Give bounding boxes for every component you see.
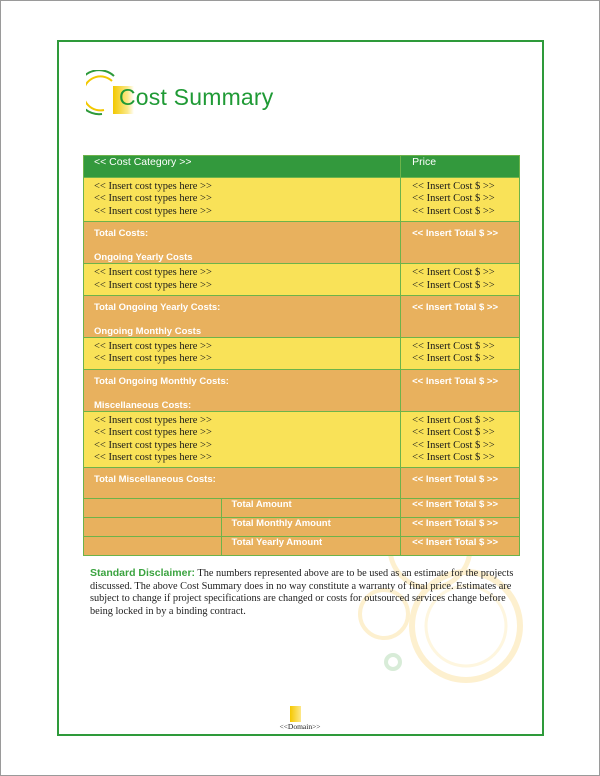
total-value[interactable]: << Insert Total $ >> bbox=[412, 376, 519, 387]
total-row: Total Ongoing Monthly Costs: Miscellaneou… bbox=[82, 368, 520, 412]
cost-type-item[interactable]: << Insert cost types here >> bbox=[94, 415, 400, 427]
total-label: Total Miscellaneous Costs: bbox=[94, 474, 216, 486]
footer-accent-box bbox=[290, 706, 301, 722]
total-value[interactable]: << Insert Total $ >> bbox=[412, 302, 519, 313]
cost-type-item[interactable]: << Insert cost types here >> bbox=[94, 181, 400, 193]
summary-value[interactable]: << Insert Total $ >> bbox=[400, 517, 520, 538]
total-label-cell: Total Ongoing Monthly Costs: Miscellaneou… bbox=[82, 368, 402, 412]
total-label: Total Costs: bbox=[94, 228, 149, 240]
summary-label: Total Yearly Amount bbox=[220, 536, 402, 557]
summary-value[interactable]: << Insert Total $ >> bbox=[400, 498, 520, 519]
total-label: Total Ongoing Monthly Costs: bbox=[94, 375, 229, 387]
total-label: Total Ongoing Yearly Costs: bbox=[94, 301, 221, 313]
cost-values-cell: << Insert Cost $ >> << Insert Cost $ >> <<… bbox=[400, 410, 520, 469]
section-heading: Ongoing Yearly Costs bbox=[94, 252, 193, 264]
cost-type-item[interactable]: << Insert cost types here >> bbox=[94, 267, 400, 279]
cost-value-item[interactable]: << Insert Cost $ >> bbox=[412, 280, 519, 292]
cost-type-item[interactable]: << Insert cost types here >> bbox=[94, 440, 400, 452]
cost-types-cell: << Insert cost types here >> << Insert co… bbox=[82, 263, 402, 296]
cost-value-item[interactable]: << Insert Cost $ >> bbox=[412, 341, 519, 353]
cost-value-item[interactable]: << Insert Cost $ >> bbox=[412, 452, 519, 464]
total-value-cell: << Insert Total $ >> bbox=[400, 368, 520, 412]
section-heading: Ongoing Monthly Costs bbox=[94, 325, 202, 337]
cost-value-item[interactable]: << Insert Cost $ >> bbox=[412, 353, 519, 365]
table-header-row: << Cost Category >> Price bbox=[82, 155, 520, 178]
cost-values-cell: << Insert Cost $ >> << Insert Cost $ >> bbox=[400, 263, 520, 296]
page-title: Cost Summary bbox=[119, 84, 274, 110]
summary-row: Total Yearly Amount << Insert Total $ >> bbox=[83, 536, 520, 557]
summary-row: Total Monthly Amount << Insert Total $ >> bbox=[83, 517, 520, 538]
cost-value-item[interactable]: << Insert Cost $ >> bbox=[412, 415, 519, 427]
cost-type-item[interactable]: << Insert cost types here >> bbox=[94, 193, 400, 205]
cost-type-item[interactable]: << Insert cost types here >> bbox=[94, 427, 400, 439]
total-value-cell: << Insert Total $ >> bbox=[400, 467, 520, 500]
cost-value-item[interactable]: << Insert Cost $ >> bbox=[412, 193, 519, 205]
cost-type-item[interactable]: << Insert cost types here >> bbox=[94, 341, 400, 353]
total-value-cell: << Insert Total $ >> bbox=[400, 221, 520, 265]
cost-type-item[interactable]: << Insert cost types here >> bbox=[94, 280, 400, 292]
cost-types-cell: << Insert cost types here >> << Insert co… bbox=[82, 336, 402, 370]
cost-types-cell: << Insert cost types here >> << Insert co… bbox=[82, 410, 402, 469]
total-row: Total Ongoing Yearly Costs: Ongoing Month… bbox=[82, 294, 520, 338]
cost-values-cell: << Insert Cost $ >> << Insert Cost $ >> <<… bbox=[400, 176, 520, 223]
items-row: << Insert cost types here >> << Insert co… bbox=[82, 263, 520, 296]
footer-domain: <<Domain>> bbox=[279, 722, 321, 731]
summary-row: Total Amount << Insert Total $ >> bbox=[83, 498, 520, 519]
total-label-cell: Total Miscellaneous Costs: bbox=[82, 467, 402, 500]
total-value[interactable]: << Insert Total $ >> bbox=[412, 228, 519, 239]
summary-value[interactable]: << Insert Total $ >> bbox=[400, 536, 520, 557]
total-label-cell: Total Costs: Ongoing Yearly Costs bbox=[82, 221, 402, 265]
cost-value-item[interactable]: << Insert Cost $ >> bbox=[412, 267, 519, 279]
cost-value-item[interactable]: << Insert Cost $ >> bbox=[412, 181, 519, 193]
cost-value-item[interactable]: << Insert Cost $ >> bbox=[412, 440, 519, 452]
total-row: Total Costs: Ongoing Yearly Costs << Inser… bbox=[82, 221, 520, 265]
summary-empty-cell bbox=[83, 536, 222, 557]
cost-summary-table: << Cost Category >> Price << Insert cost… bbox=[82, 155, 520, 557]
header-price: Price bbox=[400, 155, 520, 178]
summary-label: Total Amount bbox=[220, 498, 402, 519]
disclaimer-lead: Standard Disclaimer: bbox=[90, 567, 196, 579]
items-row: << Insert cost types here >> << Insert co… bbox=[82, 336, 520, 370]
cost-value-item[interactable]: << Insert Cost $ >> bbox=[412, 206, 519, 218]
cost-values-cell: << Insert Cost $ >> << Insert Cost $ >> bbox=[400, 336, 520, 370]
cost-types-cell: << Insert cost types here >> << Insert co… bbox=[82, 176, 402, 223]
summary-empty-cell bbox=[83, 517, 222, 538]
summary-label: Total Monthly Amount bbox=[220, 517, 402, 538]
items-row: << Insert cost types here >> << Insert co… bbox=[82, 410, 520, 469]
total-row: Total Miscellaneous Costs: << Insert Tota… bbox=[82, 467, 520, 500]
header-cost-category: << Cost Category >> bbox=[82, 155, 402, 178]
standard-disclaimer: Standard Disclaimer: The numbers represe… bbox=[90, 567, 530, 618]
items-row: << Insert cost types here >> << Insert co… bbox=[82, 176, 520, 223]
total-value[interactable]: << Insert Total $ >> bbox=[412, 474, 519, 485]
cost-type-item[interactable]: << Insert cost types here >> bbox=[94, 353, 400, 365]
cost-value-item[interactable]: << Insert Cost $ >> bbox=[412, 427, 519, 439]
section-heading: Miscellaneous Costs: bbox=[94, 399, 192, 411]
total-value-cell: << Insert Total $ >> bbox=[400, 294, 520, 338]
cost-type-item[interactable]: << Insert cost types here >> bbox=[94, 452, 400, 464]
total-label-cell: Total Ongoing Yearly Costs: Ongoing Month… bbox=[82, 294, 402, 338]
cost-type-item[interactable]: << Insert cost types here >> bbox=[94, 206, 400, 218]
summary-empty-cell bbox=[83, 498, 222, 519]
